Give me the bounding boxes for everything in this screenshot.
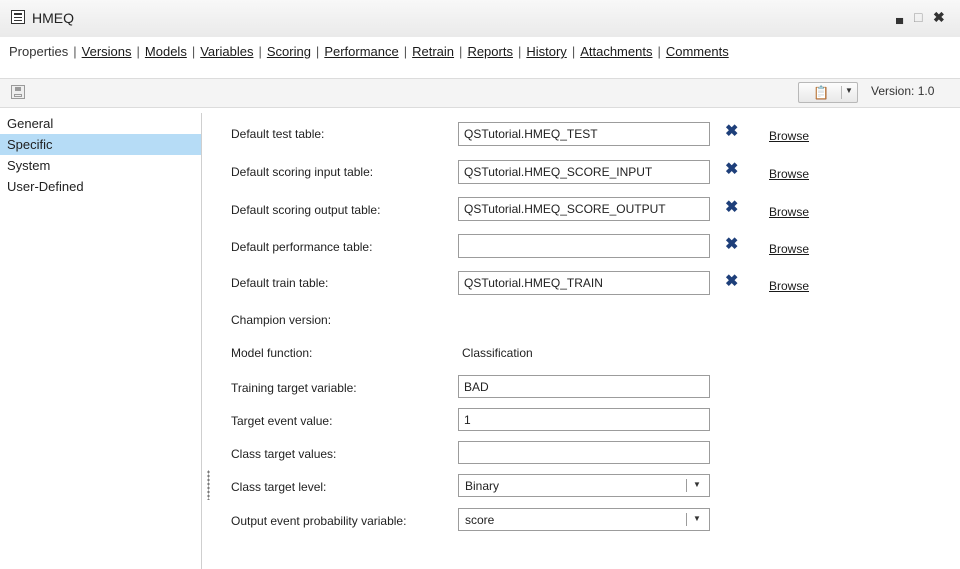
performance-table-field[interactable] <box>458 234 710 258</box>
clear-performance-table-icon[interactable]: ✖ <box>725 234 738 254</box>
save-icon[interactable] <box>11 85 25 99</box>
chevron-down-icon: ▼ <box>693 514 701 523</box>
training-target-field[interactable] <box>458 375 710 398</box>
performance-table-label: Default performance table: <box>231 240 373 254</box>
tab-performance[interactable]: Performance <box>324 44 398 59</box>
output-event-probability-value: score <box>465 513 495 527</box>
window-title: HMEQ <box>32 10 74 26</box>
clear-train-table-icon[interactable]: ✖ <box>725 271 738 291</box>
clear-scoring-output-icon[interactable]: ✖ <box>725 197 738 217</box>
app-icon <box>11 10 25 24</box>
browse-train-table-link[interactable]: Browse <box>769 279 809 293</box>
tab-separator: | <box>517 44 522 59</box>
tab-separator: | <box>657 44 661 59</box>
tab-separator: | <box>258 44 262 59</box>
chevron-down-icon: ▼ <box>693 480 701 489</box>
category-general[interactable]: General <box>0 113 201 134</box>
title-bar: HMEQ ▄ □ ✖ <box>0 0 960 37</box>
target-event-label: Target event value: <box>231 414 333 428</box>
tab-separator: | <box>459 44 463 59</box>
clipboard-icon: 📋 <box>813 85 830 100</box>
tab-separator: | <box>191 44 196 59</box>
test-table-label: Default test table: <box>231 127 325 141</box>
version-label: Version: <box>871 84 915 98</box>
version-indicator: Version: 1.0 <box>871 84 934 98</box>
tab-reports[interactable]: Reports <box>467 44 513 59</box>
model-function-value: Classification <box>462 346 533 360</box>
browse-scoring-output-link[interactable]: Browse <box>769 205 809 219</box>
category-system[interactable]: System <box>0 155 201 176</box>
champion-version-label: Champion version: <box>231 313 332 327</box>
class-target-values-field[interactable] <box>458 441 710 464</box>
browse-performance-table-link[interactable]: Browse <box>769 242 809 256</box>
scoring-input-label: Default scoring input table: <box>231 165 374 179</box>
version-value: 1.0 <box>917 84 935 98</box>
tab-versions[interactable]: Versions <box>82 44 132 59</box>
model-function-label: Model function: <box>231 346 313 360</box>
restore-button[interactable]: □ <box>914 9 922 25</box>
output-event-probability-select[interactable]: score ▼ <box>458 508 710 531</box>
scoring-output-label: Default scoring output table: <box>231 203 381 217</box>
output-event-probability-label: Output event probability variable: <box>231 514 407 528</box>
tab-models[interactable]: Models <box>145 44 187 59</box>
property-tabs: Properties | Versions | Models | Variables | Sco… <box>0 44 729 62</box>
class-target-level-value: Binary <box>465 479 500 493</box>
browse-scoring-input-link[interactable]: Browse <box>769 167 809 181</box>
select-divider <box>686 479 687 492</box>
tab-attachments[interactable]: Attachments <box>580 44 652 59</box>
tab-separator: | <box>136 44 140 59</box>
clear-test-table-icon[interactable]: ✖ <box>725 121 738 141</box>
select-divider <box>686 513 687 526</box>
train-table-field[interactable] <box>458 271 710 295</box>
close-button[interactable]: ✖ <box>933 9 945 25</box>
tab-retrain[interactable]: Retrain <box>412 44 454 59</box>
button-divider <box>841 86 842 99</box>
tab-separator: | <box>403 44 408 59</box>
property-category-list: General Specific System User-Defined <box>0 113 202 569</box>
tab-history[interactable]: History <box>526 44 566 59</box>
tab-scoring[interactable]: Scoring <box>267 44 311 59</box>
scoring-output-field[interactable] <box>458 197 710 221</box>
tab-comments[interactable]: Comments <box>666 44 729 59</box>
tab-variables[interactable]: Variables <box>200 44 253 59</box>
test-table-field[interactable] <box>458 122 710 146</box>
category-specific[interactable]: Specific <box>0 134 201 155</box>
tab-separator: | <box>73 44 77 59</box>
class-target-values-label: Class target values: <box>231 447 337 461</box>
training-target-label: Training target variable: <box>231 381 357 395</box>
clear-scoring-input-icon[interactable]: ✖ <box>725 159 738 179</box>
tab-separator: | <box>571 44 576 59</box>
clipboard-menu-button[interactable]: 📋 ▼ <box>798 82 858 103</box>
pane-splitter-handle[interactable] <box>207 470 210 500</box>
target-event-field[interactable] <box>458 408 710 431</box>
scoring-input-field[interactable] <box>458 160 710 184</box>
tab-separator: | <box>315 44 320 59</box>
train-table-label: Default train table: <box>231 276 329 290</box>
minimize-button[interactable]: ▄ <box>896 11 903 27</box>
class-target-level-select[interactable]: Binary ▼ <box>458 474 710 497</box>
toolbar: 📋 ▼ Version: 1.0 <box>0 78 960 108</box>
chevron-down-icon: ▼ <box>845 86 853 95</box>
class-target-level-label: Class target level: <box>231 480 327 494</box>
browse-test-table-link[interactable]: Browse <box>769 129 809 143</box>
tab-properties[interactable]: Properties <box>9 44 68 59</box>
category-user-defined[interactable]: User-Defined <box>0 176 201 197</box>
